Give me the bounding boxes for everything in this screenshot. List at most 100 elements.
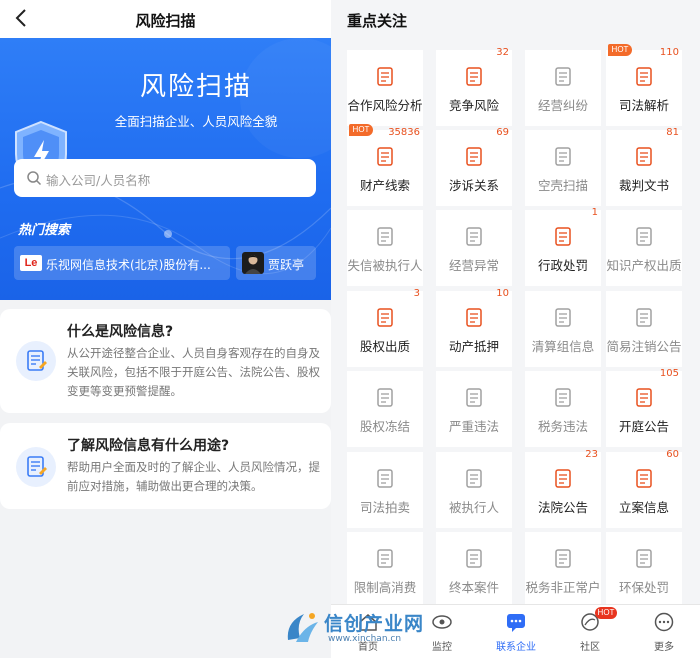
risk-category-item[interactable]: 司法解析 110 HOT bbox=[606, 44, 682, 126]
search-input[interactable]: 输入公司/人员名称 bbox=[14, 159, 316, 197]
risk-category-item[interactable]: 环保处罚 bbox=[606, 532, 682, 608]
risk-category-label: 动产抵押 bbox=[448, 339, 499, 354]
risk-category-icon bbox=[375, 307, 395, 329]
risk-count-badge: 110 bbox=[659, 47, 679, 58]
risk-category-label: 失信被执行人 bbox=[347, 258, 423, 273]
risk-category-item[interactable]: 简易注销公告 bbox=[606, 291, 682, 367]
risk-category-item[interactable]: 竞争风险 32 bbox=[436, 47, 512, 126]
nav-more[interactable]: 更多 bbox=[627, 605, 700, 658]
risk-category-label: 严重违法 bbox=[448, 419, 499, 434]
risk-category-icon bbox=[375, 468, 395, 490]
risk-category-item[interactable]: 税务违法 bbox=[525, 371, 601, 447]
nav-contact-company[interactable]: 联系企业 bbox=[479, 605, 553, 658]
risk-category-item[interactable]: 涉诉关系 69 bbox=[436, 127, 512, 206]
risk-category-label: 终本案件 bbox=[448, 580, 499, 595]
hot-search-label: 热门搜索 bbox=[18, 223, 71, 238]
risk-category-item[interactable]: 严重违法 bbox=[436, 371, 512, 447]
risk-category-icon bbox=[464, 146, 484, 168]
risk-category-icon bbox=[553, 548, 573, 570]
le-logo: Le bbox=[20, 255, 42, 271]
risk-category-icon bbox=[553, 387, 573, 409]
risk-category-icon bbox=[375, 226, 395, 248]
search-placeholder: 输入公司/人员名称 bbox=[46, 173, 151, 188]
risk-category-item[interactable]: 被执行人 bbox=[436, 452, 512, 528]
risk-category-item[interactable]: 裁判文书 81 bbox=[606, 127, 682, 206]
avatar bbox=[242, 252, 264, 274]
risk-category-item[interactable]: 空壳扫描 bbox=[525, 130, 601, 206]
risk-category-item[interactable]: 司法拍卖 bbox=[347, 452, 423, 528]
eye-icon bbox=[432, 615, 452, 629]
risk-category-icon bbox=[553, 468, 573, 490]
nav-label: 社区 bbox=[580, 642, 600, 653]
risk-category-item[interactable]: 经营异常 bbox=[436, 210, 512, 286]
risk-category-label: 法院公告 bbox=[537, 500, 588, 515]
risk-count-badge: 60 bbox=[666, 449, 679, 460]
risk-category-item[interactable]: 开庭公告 105 bbox=[606, 368, 682, 447]
risk-count-badge: 81 bbox=[666, 127, 679, 138]
risk-category-item[interactable]: 知识产权出质 bbox=[606, 210, 682, 286]
risk-category-icon bbox=[464, 468, 484, 490]
risk-category-item[interactable]: 立案信息 60 bbox=[606, 449, 682, 528]
hot-search-item-label: 乐视网信息技术(北京)股份有... bbox=[46, 258, 211, 272]
risk-count-badge: 105 bbox=[659, 368, 679, 379]
hero-banner: 风险扫描 全面扫描企业、人员风险全貌 输入公司/人员名称 热门搜索 Le 乐视网… bbox=[0, 38, 331, 300]
risk-category-icon bbox=[375, 387, 395, 409]
risk-category-item[interactable]: 清算组信息 bbox=[525, 291, 601, 367]
risk-category-item[interactable]: 股权冻结 bbox=[347, 371, 423, 447]
hot-badge: HOT bbox=[595, 607, 617, 619]
risk-count-badge: 35836 bbox=[388, 127, 420, 138]
focus-page: 重点关注 合作风险分析 竞争风险 32 经营纠纷 司法解析 110 HOT 财产线索 35836… bbox=[331, 0, 700, 658]
risk-category-label: 税务非正常户 bbox=[525, 580, 601, 595]
risk-category-label: 涉诉关系 bbox=[448, 178, 499, 193]
risk-category-item[interactable]: 终本案件 bbox=[436, 532, 512, 608]
risk-category-label: 立案信息 bbox=[618, 500, 669, 515]
risk-category-icon bbox=[375, 548, 395, 570]
risk-category-label: 经营异常 bbox=[448, 258, 499, 273]
risk-category-item[interactable]: 行政处罚 1 bbox=[525, 207, 601, 286]
risk-category-label: 开庭公告 bbox=[618, 419, 669, 434]
risk-category-item[interactable]: 经营纠纷 bbox=[525, 50, 601, 126]
risk-category-icon bbox=[553, 66, 573, 88]
risk-category-label: 知识产权出质 bbox=[606, 258, 682, 273]
risk-count-badge: 3 bbox=[413, 288, 420, 299]
document-icon bbox=[16, 447, 56, 487]
risk-category-icon bbox=[464, 226, 484, 248]
risk-category-label: 裁判文书 bbox=[618, 178, 669, 193]
info-card-title: 了解风险信息有什么用途? bbox=[67, 438, 230, 454]
info-card-what: 什么是风险信息? 从公开途径整合企业、人员自身客观存在的自身及关联风险，包括不限… bbox=[0, 309, 331, 413]
risk-category-icon bbox=[634, 548, 654, 570]
risk-category-label: 清算组信息 bbox=[531, 339, 595, 354]
hot-search-item-person[interactable]: 贾跃亭 bbox=[236, 246, 316, 280]
risk-category-icon bbox=[464, 307, 484, 329]
risk-category-label: 股权出质 bbox=[359, 339, 410, 354]
hot-search-item-company[interactable]: Le 乐视网信息技术(北京)股份有... bbox=[14, 246, 230, 280]
risk-category-item[interactable]: 失信被执行人 bbox=[347, 210, 423, 286]
risk-category-item[interactable]: 合作风险分析 bbox=[347, 50, 423, 126]
risk-category-label: 司法解析 bbox=[618, 98, 669, 113]
risk-category-item[interactable]: 税务非正常户 bbox=[525, 532, 601, 608]
hot-badge: HOT bbox=[608, 44, 632, 56]
risk-category-item[interactable]: 股权出质 3 bbox=[347, 288, 423, 367]
screenshot-root: 风险扫描 风险扫描 全面扫描企业、人员风险全貌 输入公司/人员名称 热门搜索 L… bbox=[0, 0, 700, 658]
risk-category-label: 环保处罚 bbox=[618, 580, 669, 595]
risk-category-icon bbox=[375, 146, 395, 168]
risk-count-badge: 10 bbox=[496, 288, 509, 299]
risk-count-badge: 1 bbox=[591, 207, 598, 218]
nav-label: 联系企业 bbox=[496, 642, 536, 653]
risk-category-icon bbox=[634, 468, 654, 490]
risk-category-item[interactable]: 动产抵押 10 bbox=[436, 288, 512, 367]
risk-category-icon bbox=[634, 307, 654, 329]
section-title: 重点关注 bbox=[347, 12, 408, 30]
nav-community[interactable]: HOT 社区 bbox=[553, 605, 627, 658]
top-bar: 风险扫描 bbox=[0, 0, 331, 38]
hero-title: 风险扫描 bbox=[139, 72, 252, 102]
risk-category-item[interactable]: 法院公告 23 bbox=[525, 449, 601, 528]
document-icon bbox=[16, 341, 56, 381]
risk-category-label: 税务违法 bbox=[537, 419, 588, 434]
risk-category-item[interactable]: 限制高消费 bbox=[347, 532, 423, 608]
risk-category-item[interactable]: 财产线索 35836 HOT bbox=[347, 124, 423, 206]
info-card-title: 什么是风险信息? bbox=[67, 324, 174, 340]
watermark-url: www.xinchan.cn bbox=[328, 634, 402, 644]
info-card-body: 从公开途径整合企业、人员自身客观存在的自身及关联风险，包括不限于开庭公告、法院公… bbox=[67, 346, 320, 398]
hot-badge: HOT bbox=[349, 124, 373, 136]
